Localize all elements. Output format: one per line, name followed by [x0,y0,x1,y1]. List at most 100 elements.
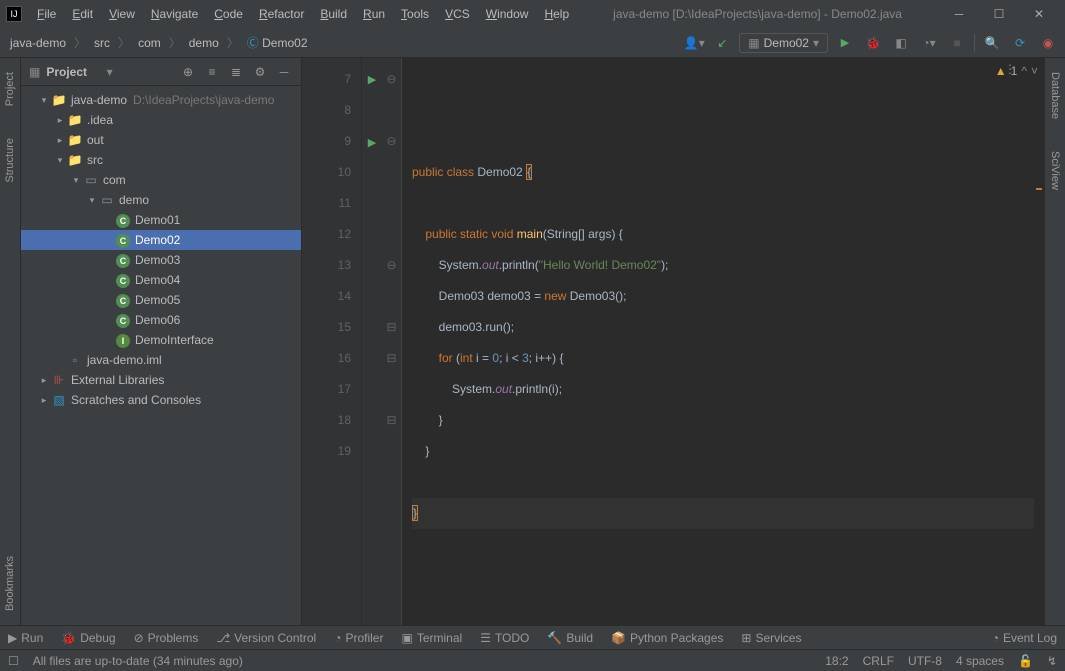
tree-node-scratches and consoles[interactable]: ▸▧Scratches and Consoles [21,390,301,410]
breadcrumb-item[interactable]: src [90,34,114,52]
status-icon[interactable]: ☐ [8,654,19,668]
tree-node-com[interactable]: ▾▭com [21,170,301,190]
collapse-icon[interactable]: ≣ [227,65,245,79]
status-message: All files are up-to-date (34 minutes ago… [33,654,243,668]
tree-node-demo02[interactable]: CDemo02 [21,230,301,250]
tool-terminal[interactable]: ▣Terminal [401,631,462,645]
tool-python-packages[interactable]: 📦Python Packages [611,631,723,645]
code-line[interactable]: } [412,436,1034,467]
code-line[interactable]: public static void main(String[] args) { [412,219,1034,250]
tab-sciview[interactable]: SciView [1047,145,1063,196]
ide-icon[interactable]: ◉ [1037,32,1059,54]
menu-build[interactable]: Build [313,4,354,24]
file-encoding[interactable]: UTF-8 [908,654,942,668]
readonly-icon[interactable]: 🔓 [1018,654,1033,668]
project-panel: ▦ Project ▾ ⊕ ≡ ≣ ⚙ ─ ▾📁java-demoD:\Idea… [21,58,302,625]
menu-vcs[interactable]: VCS [438,4,477,24]
line-separator[interactable]: CRLF [863,654,894,668]
editor-more-icon[interactable]: ⋮ [1004,62,1016,76]
tree-node-java-demo.iml[interactable]: ▫java-demo.iml [21,350,301,370]
breadcrumb-item[interactable]: Ⓒ Demo02 [243,32,312,53]
code-line[interactable]: for (int i = 0; i < 3; i++) { [412,343,1034,374]
code-editor[interactable]: public class Demo02 { public static void… [402,58,1044,625]
app-logo: IJ [6,6,22,22]
menu-code[interactable]: Code [207,4,250,24]
code-line[interactable] [412,529,1034,560]
menu-run[interactable]: Run [356,4,392,24]
tree-node-demo03[interactable]: CDemo03 [21,250,301,270]
window-title: java-demo [D:\IdeaProjects\java-demo] - … [576,7,939,21]
tool-build[interactable]: 🔨Build [547,631,593,645]
run-button[interactable]: ▶ [834,32,856,54]
code-line[interactable]: public class Demo02 { [412,157,1034,188]
tree-node-src[interactable]: ▾📁src [21,150,301,170]
inspection-widget[interactable]: ▲ 1 ^ ˅ [995,64,1038,78]
tree-node-demo[interactable]: ▾▭demo [21,190,301,210]
hammer-icon[interactable]: ↙ [711,32,733,54]
run-config-label: Demo02 [764,36,809,50]
tree-node-out[interactable]: ▸📁out [21,130,301,150]
menu-navigate[interactable]: Navigate [144,4,205,24]
close-button[interactable]: ✕ [1019,2,1059,26]
run-gutter[interactable]: ▶ ▶ [362,58,382,625]
code-line[interactable]: } [412,498,1034,529]
user-icon[interactable]: 👤▾ [683,32,705,54]
tool-services[interactable]: ⊞Services [741,631,801,645]
stop-button[interactable]: ■ [946,32,968,54]
breadcrumb-item[interactable]: demo [185,34,223,52]
code-line[interactable] [412,467,1034,498]
tool-profiler[interactable]: ◔Profiler [334,631,383,645]
tool-debug[interactable]: 🐞Debug [61,631,115,645]
tree-node-external libraries[interactable]: ▸⊪External Libraries [21,370,301,390]
tab-bookmarks[interactable]: Bookmarks [2,550,18,617]
indent-info[interactable]: 4 spaces [956,654,1004,668]
tree-node-demointerface[interactable]: IDemoInterface [21,330,301,350]
tree-node-java-demo[interactable]: ▾📁java-demoD:\IdeaProjects\java-demo [21,90,301,110]
tab-database[interactable]: Database [1047,66,1063,125]
breadcrumb-item[interactable]: com [134,34,165,52]
fold-gutter[interactable]: ⊖ ⊖ ⊖ ⊟⊟ ⊟ [382,58,402,625]
locate-icon[interactable]: ⊕ [179,65,197,79]
breadcrumb-item[interactable]: java-demo [6,34,70,52]
code-line[interactable]: System.out.println(i); [412,374,1034,405]
code-line[interactable]: Demo03 demo03 = new Demo03(); [412,281,1034,312]
tool-todo[interactable]: ☰TODO [480,631,529,645]
hide-icon[interactable]: ─ [275,65,293,79]
minimize-button[interactable]: ─ [939,2,979,26]
tool-problems[interactable]: ⊘Problems [134,631,199,645]
run-config-selector[interactable]: ▦ Demo02 ▾ [739,33,828,53]
tab-project[interactable]: Project [2,66,18,112]
menu-edit[interactable]: Edit [65,4,100,24]
code-line[interactable]: } [412,405,1034,436]
expand-icon[interactable]: ≡ [203,65,221,79]
tree-node-demo01[interactable]: CDemo01 [21,210,301,230]
tree-node-demo05[interactable]: CDemo05 [21,290,301,310]
maximize-button[interactable]: ☐ [979,2,1019,26]
menu-file[interactable]: File [30,4,63,24]
tree-node-.idea[interactable]: ▸📁.idea [21,110,301,130]
sync-icon[interactable]: ⟳ [1009,32,1031,54]
tree-node-demo04[interactable]: CDemo04 [21,270,301,290]
event-log-label: Event Log [1003,631,1057,645]
caret-position[interactable]: 18:2 [825,654,848,668]
tool-version-control[interactable]: ⎇Version Control [216,631,316,645]
code-line[interactable]: demo03.run(); [412,312,1034,343]
tool-run[interactable]: ▶Run [8,631,43,645]
search-icon[interactable]: 🔍 [981,32,1003,54]
menu-tools[interactable]: Tools [394,4,436,24]
project-tree[interactable]: ▾📁java-demoD:\IdeaProjects\java-demo▸📁.i… [21,86,301,625]
profile-button[interactable]: ◔▾ [918,32,940,54]
menu-window[interactable]: Window [479,4,536,24]
coverage-button[interactable]: ◧ [890,32,912,54]
event-log-button[interactable]: ◔ Event Log [992,631,1057,645]
code-line[interactable] [412,188,1034,219]
code-line[interactable]: System.out.println("Hello World! Demo02"… [412,250,1034,281]
menu-help[interactable]: Help [537,4,576,24]
gear-icon[interactable]: ⚙ [251,65,269,79]
sync-status-icon[interactable]: ↯ [1047,654,1057,668]
debug-button[interactable]: 🐞 [862,32,884,54]
tab-structure[interactable]: Structure [2,132,18,189]
menu-view[interactable]: View [102,4,142,24]
tree-node-demo06[interactable]: CDemo06 [21,310,301,330]
menu-refactor[interactable]: Refactor [252,4,311,24]
